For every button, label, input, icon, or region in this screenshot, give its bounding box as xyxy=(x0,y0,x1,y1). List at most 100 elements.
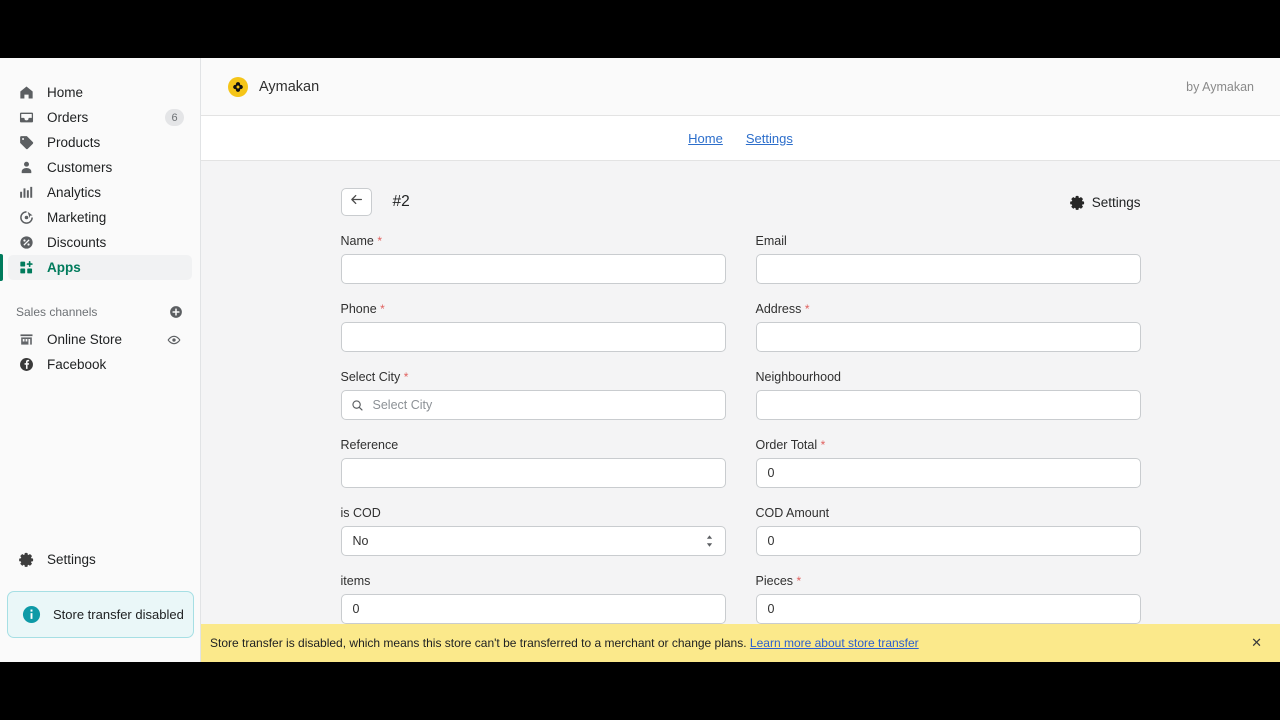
sidebar-item-label: Facebook xyxy=(47,356,107,372)
store-transfer-label: Store transfer disabled xyxy=(53,607,184,622)
sidebar-settings-link[interactable]: Settings xyxy=(8,547,193,572)
sidebar-item-analytics[interactable]: Analytics xyxy=(8,180,192,205)
back-button[interactable] xyxy=(340,188,372,216)
customers-icon xyxy=(16,158,36,178)
field-reference: Reference xyxy=(340,438,726,488)
top-chrome-bar xyxy=(0,0,1280,58)
required-marker: * xyxy=(377,234,382,248)
analytics-icon xyxy=(16,183,36,203)
aymakan-logo-icon xyxy=(228,76,248,97)
name-input[interactable] xyxy=(340,254,726,284)
page-inner: #2 Settings Name * Email Phone * Address… xyxy=(340,188,1141,661)
page-title: #2 xyxy=(392,193,410,210)
page-settings-button[interactable]: Settings xyxy=(1069,194,1141,210)
field-items: items 0 xyxy=(340,574,726,624)
close-icon[interactable]: ✕ xyxy=(1247,635,1266,651)
field-label: Order Total * xyxy=(755,438,826,452)
sidebar-item-label: Orders xyxy=(47,109,89,125)
required-marker: * xyxy=(403,370,409,384)
cod-amount-input[interactable]: 0 xyxy=(755,526,1141,556)
chevron-updown-icon xyxy=(705,534,714,548)
select-city-input[interactable]: Select City xyxy=(340,390,726,420)
search-icon xyxy=(351,399,364,412)
sidebar-item-facebook[interactable]: Facebook xyxy=(8,352,192,377)
field-name: Name * xyxy=(340,234,726,284)
sidebar-item-label: Marketing xyxy=(47,209,107,225)
sidebar-item-marketing[interactable]: Marketing xyxy=(8,205,192,230)
sales-channels-heading: Sales channels xyxy=(0,302,200,322)
sidebar-item-label: Home xyxy=(47,84,84,100)
sales-channels-label: Sales channels xyxy=(16,305,98,319)
neighbourhood-input[interactable] xyxy=(755,390,1141,420)
field-is-cod: is COD No xyxy=(340,506,726,556)
store-icon xyxy=(16,330,36,350)
is-cod-value: No xyxy=(352,534,369,548)
email-input[interactable] xyxy=(755,254,1141,284)
field-label: is COD xyxy=(340,506,381,520)
store-transfer-banner: Store transfer is disabled, which means … xyxy=(201,624,1280,662)
field-label: Select City * xyxy=(340,370,409,384)
field-select-city: Select City * Select City xyxy=(340,370,726,420)
app-title: Aymakan xyxy=(259,78,320,95)
sidebar-item-orders[interactable]: Orders 6 xyxy=(8,105,192,130)
required-marker: * xyxy=(804,302,810,316)
field-phone: Phone * xyxy=(340,302,726,352)
sidebar-settings-label: Settings xyxy=(47,552,96,567)
sidebar-item-label: Customers xyxy=(47,159,113,175)
field-label: Pieces * xyxy=(755,574,802,588)
is-cod-select[interactable]: No xyxy=(340,526,726,556)
required-marker: * xyxy=(820,438,826,452)
info-icon xyxy=(22,605,41,624)
arrow-left-icon xyxy=(349,192,364,212)
content-area: Aymakan by Aymakan Home Settings #2 Sett… xyxy=(201,58,1280,662)
items-input[interactable]: 0 xyxy=(340,594,726,624)
field-neighbourhood: Neighbourhood xyxy=(755,370,1141,420)
field-label: Reference xyxy=(340,438,399,452)
facebook-icon xyxy=(16,355,36,375)
pieces-input[interactable]: 0 xyxy=(755,594,1141,624)
sidebar-item-customers[interactable]: Customers xyxy=(8,155,192,180)
field-pieces: Pieces * 0 xyxy=(755,574,1141,624)
order-form-grid: Name * Email Phone * Address * Select Ci… xyxy=(340,234,1141,661)
sidebar-item-label: Online Store xyxy=(47,331,123,347)
bottom-chrome-bar xyxy=(0,662,1280,720)
field-label: COD Amount xyxy=(755,506,830,520)
banner-learn-more-link[interactable]: Learn more about store transfer xyxy=(750,636,919,650)
required-marker: * xyxy=(796,574,802,588)
phone-input[interactable] xyxy=(340,322,726,352)
field-label: Address * xyxy=(755,302,810,316)
app-window: Home Orders 6 Products Customers Analyti… xyxy=(0,0,1280,720)
app-shell: Home Orders 6 Products Customers Analyti… xyxy=(0,58,1280,662)
field-label: Email xyxy=(755,234,787,248)
sidebar-item-label: Discounts xyxy=(47,234,107,250)
sidebar-item-apps[interactable]: Apps xyxy=(0,254,192,281)
sidebar-item-label: Apps xyxy=(47,259,81,275)
sidebar-item-products[interactable]: Products xyxy=(8,130,192,155)
field-label: Neighbourhood xyxy=(755,370,842,384)
address-input[interactable] xyxy=(755,322,1141,352)
embedded-app-header: Aymakan by Aymakan xyxy=(201,58,1280,116)
gear-icon xyxy=(16,550,36,570)
sidebar-item-discounts[interactable]: Discounts xyxy=(8,230,192,255)
page-settings-label: Settings xyxy=(1091,194,1141,210)
field-label: Name * xyxy=(340,234,383,248)
field-label: Phone * xyxy=(340,302,385,316)
sidebar-item-label: Products xyxy=(47,134,101,150)
sidebar: Home Orders 6 Products Customers Analyti… xyxy=(0,58,201,662)
subnav-link-home[interactable]: Home xyxy=(688,131,723,146)
select-city-placeholder: Select City xyxy=(372,398,433,412)
order-total-input[interactable]: 0 xyxy=(755,458,1141,488)
home-icon xyxy=(16,83,36,103)
field-email: Email xyxy=(755,234,1141,284)
sidebar-item-home[interactable]: Home xyxy=(8,80,192,105)
sidebar-item-online-store[interactable]: Online Store xyxy=(8,327,192,352)
banner-text: Store transfer is disabled, which means … xyxy=(210,636,919,650)
marketing-icon xyxy=(16,208,36,228)
eye-icon[interactable] xyxy=(164,330,184,350)
products-icon xyxy=(16,133,36,153)
field-cod-amount: COD Amount 0 xyxy=(755,506,1141,556)
reference-input[interactable] xyxy=(340,458,726,488)
plus-circle-icon[interactable] xyxy=(168,304,184,320)
subnav-link-settings[interactable]: Settings xyxy=(746,131,793,146)
store-transfer-disabled-card[interactable]: Store transfer disabled xyxy=(7,591,194,638)
